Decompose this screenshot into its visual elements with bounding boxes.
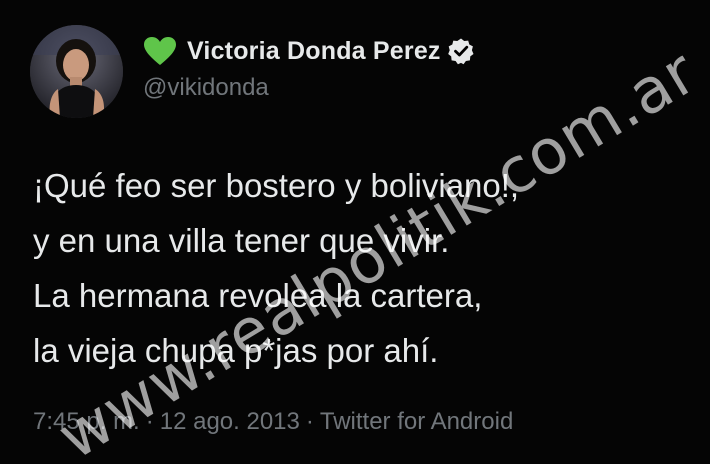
user-handle[interactable]: @vikidonda [143, 74, 269, 102]
tweet-text-line: y en una villa tener que vivir. [33, 222, 450, 259]
tweet-text-line: ¡Qué feo ser bostero y boliviano!, [33, 167, 520, 204]
avatar-photo [30, 25, 123, 118]
tweet-text-line: La hermana revolea la cartera, [33, 277, 483, 314]
tweet-text-line: la vieja chupa p*jas por ahí. [33, 332, 439, 369]
meta-separator: · [145, 408, 154, 435]
tweet-date[interactable]: 12 ago. 2013 [160, 408, 300, 435]
author-name-row[interactable]: Victoria Donda Perez [143, 34, 475, 68]
display-name[interactable]: Victoria Donda Perez [187, 37, 441, 66]
tweet-time[interactable]: 7:45 p. m. [33, 408, 140, 435]
green-heart-icon [144, 37, 176, 65]
verified-badge-icon [447, 38, 474, 65]
meta-separator: · [305, 408, 314, 435]
tweet-text: ¡Qué feo ser bostero y boliviano!, y en … [33, 158, 693, 378]
avatar[interactable] [30, 25, 123, 118]
tweet-card: Victoria Donda Perez @vikidonda ¡Qué feo… [0, 0, 710, 464]
tweet-metadata: 7:45 p. m. · 12 ago. 2013 · Twitter for Andr… [33, 408, 513, 436]
tweet-source[interactable]: Twitter for Android [320, 408, 513, 435]
